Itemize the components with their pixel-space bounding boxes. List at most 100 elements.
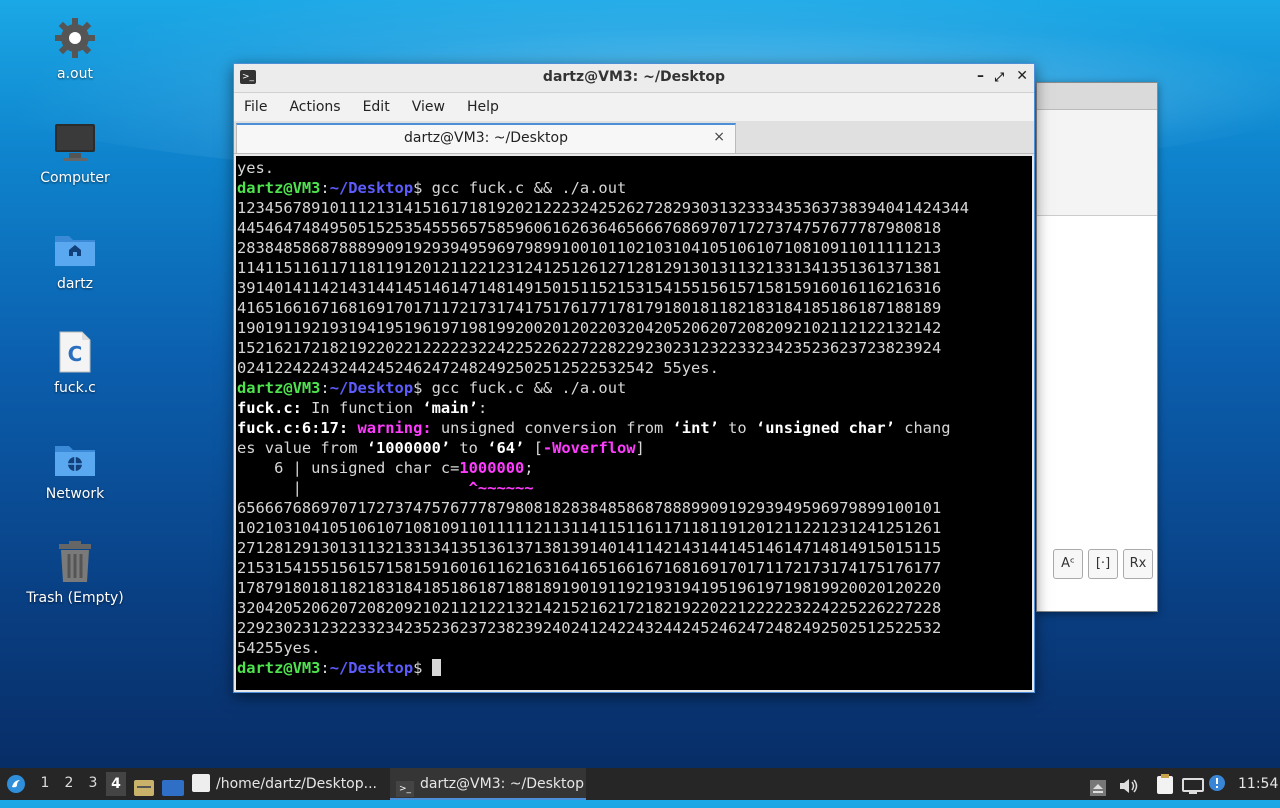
- terminal-window[interactable]: >_ dartz@VM3: ~/Desktop – ⤢ ✕ File Actio…: [233, 63, 1035, 693]
- trash-icon: [53, 540, 97, 584]
- menu-help[interactable]: Help: [467, 99, 499, 115]
- output-line: 6566676869707172737475767778798081828384…: [237, 499, 942, 517]
- warn-flag: -Woverflow: [542, 439, 636, 457]
- task-terminal[interactable]: >_ dartz@VM3: ~/Desktop: [390, 768, 586, 800]
- minimize-icon[interactable]: –: [977, 68, 984, 84]
- font-button[interactable]: Aᶜ: [1053, 549, 1083, 579]
- warn-value-1: ‘1000000’: [366, 439, 451, 457]
- prompt-user: dartz@VM3: [237, 179, 321, 197]
- desktop-icon-network[interactable]: Network: [20, 436, 130, 502]
- prompt-user: dartz@VM3: [237, 659, 321, 677]
- desktop-icon-a-out[interactable]: a.out: [20, 16, 130, 82]
- volume-icon[interactable]: [1118, 775, 1138, 793]
- output-line: 1521621721821922022122222322422522622722…: [237, 339, 942, 357]
- output-line: 1787918018118218318418518618718818919019…: [237, 579, 942, 597]
- bracket-button[interactable]: [·]: [1088, 549, 1118, 579]
- warn-text: [: [524, 439, 543, 457]
- command-text: gcc fuck.c && ./a.out: [431, 379, 627, 397]
- output-line: 1901911921931941951961971981992002012022…: [237, 319, 942, 337]
- update-notifier-icon[interactable]: [1208, 774, 1228, 794]
- gear-icon: [53, 16, 97, 60]
- clock[interactable]: 11:54: [1238, 768, 1278, 800]
- desktop-icon-computer[interactable]: Computer: [20, 120, 130, 186]
- workspace-1[interactable]: 1: [35, 775, 55, 791]
- output-line: 0241224224324424524624724824925025125225…: [237, 359, 719, 377]
- menu-file[interactable]: File: [244, 99, 267, 115]
- menu-actions[interactable]: Actions: [289, 99, 340, 115]
- rx-button[interactable]: Rx: [1123, 549, 1153, 579]
- task-label: /home/dartz/Desktop...: [216, 776, 377, 792]
- warn-file: fuck.c:: [237, 399, 302, 417]
- desktop-icon-trash[interactable]: Trash (Empty): [20, 540, 130, 606]
- output-line: 4454647484950515253545556575859606162636…: [237, 219, 942, 237]
- network-status-icon[interactable]: [1182, 775, 1204, 794]
- start-menu-icon[interactable]: [6, 774, 26, 794]
- warn-type-uchar: ‘unsigned char’: [755, 419, 895, 437]
- file-manager-icon[interactable]: [134, 776, 154, 796]
- output-line: 1021031041051061071081091101111121131141…: [237, 519, 942, 537]
- prompt-path: ~/Desktop: [329, 179, 414, 197]
- network-folder-icon: [53, 436, 97, 480]
- desktop-icon-label: Computer: [40, 170, 110, 186]
- workspace-2[interactable]: 2: [59, 775, 79, 791]
- menu-bar: File Actions Edit View Help: [234, 93, 1034, 121]
- background-window-titlebar[interactable]: [1037, 83, 1157, 110]
- caret-marker: ^~~~~~~: [468, 479, 534, 497]
- terminal-output: yes. dartz@VM3:~/Desktop$ gcc fuck.c && …: [236, 156, 1032, 678]
- eject-icon[interactable]: [1090, 776, 1106, 796]
- output-line: 2712812913013113213313413513613713813914…: [237, 539, 942, 557]
- prompt-path: ~/Desktop: [329, 659, 414, 677]
- output-line: 2153154155156157158159160161162163164165…: [237, 559, 942, 577]
- clipboard-icon[interactable]: [1156, 774, 1174, 794]
- prompt-sep: :: [320, 659, 330, 677]
- warn-value-2: ‘64’: [487, 439, 525, 457]
- close-icon[interactable]: ✕: [1016, 68, 1028, 84]
- output-line: 2838485868788899091929394959697989910010…: [237, 239, 942, 257]
- taskbar: 1 2 3 4 /home/dartz/Desktop... >_ dartz@V…: [0, 768, 1280, 800]
- task-editor[interactable]: /home/dartz/Desktop...: [192, 768, 388, 800]
- workspace-3[interactable]: 3: [83, 775, 103, 791]
- terminal-tab[interactable]: dartz@VM3: ~/Desktop ×: [236, 123, 736, 153]
- output-line: 2292302312322332342352362372382392402412…: [237, 619, 942, 637]
- prompt-sep: :: [320, 379, 330, 397]
- task-label: dartz@VM3: ~/Desktop: [420, 776, 584, 792]
- terminal-screen[interactable]: yes. dartz@VM3:~/Desktop$ gcc fuck.c && …: [236, 156, 1032, 690]
- tab-label: dartz@VM3: ~/Desktop: [404, 130, 568, 146]
- prompt-user: dartz@VM3: [237, 379, 321, 397]
- desktop-icon-label: Trash (Empty): [26, 590, 124, 606]
- tab-close-icon[interactable]: ×: [713, 129, 725, 145]
- code-end: ;: [524, 459, 534, 477]
- workspace-4[interactable]: 4: [106, 772, 126, 796]
- warn-location: fuck.c:6:17:: [237, 419, 358, 437]
- menu-edit[interactable]: Edit: [363, 99, 390, 115]
- desktop-icon-fuck-c[interactable]: C fuck.c: [20, 330, 130, 396]
- command-text: gcc fuck.c && ./a.out: [431, 179, 627, 197]
- warn-in: In function: [301, 399, 423, 417]
- monitor-icon: [53, 120, 97, 164]
- warn-text: ]: [635, 439, 645, 457]
- show-desktop-icon[interactable]: [162, 776, 184, 796]
- prompt-symbol: $: [413, 179, 432, 197]
- output-line: 4165166167168169170171172173174175176177…: [237, 299, 942, 317]
- desktop-icon-label: Network: [45, 486, 105, 502]
- output-line: 1141151161171181191201211221231241251261…: [237, 259, 942, 277]
- window-title: dartz@VM3: ~/Desktop: [542, 69, 726, 85]
- warn-text: to: [718, 419, 756, 437]
- output-line: 3914014114214314414514614714814915015115…: [237, 279, 942, 297]
- warn-text: chang: [894, 419, 951, 437]
- warn-text: es value from: [237, 439, 367, 457]
- output-line: 1234567891011121314151617181920212223242…: [237, 199, 970, 217]
- prompt-sep: :: [320, 179, 330, 197]
- c-file-glyph: C: [67, 342, 83, 366]
- output-line: 54255yes.: [237, 639, 321, 657]
- c-file-icon: C: [53, 330, 97, 374]
- warn-colon: :: [477, 399, 488, 417]
- output-line: yes.: [237, 159, 275, 177]
- tab-bar: dartz@VM3: ~/Desktop ×: [234, 121, 1034, 154]
- maximize-icon[interactable]: ⤢: [994, 70, 1004, 85]
- window-titlebar[interactable]: >_ dartz@VM3: ~/Desktop – ⤢ ✕: [234, 64, 1034, 93]
- background-window[interactable]: Aᶜ [·] Rx: [1036, 82, 1158, 612]
- menu-view[interactable]: View: [412, 99, 445, 115]
- terminal-icon: >_: [396, 781, 414, 797]
- desktop-icon-dartz[interactable]: dartz: [20, 226, 130, 292]
